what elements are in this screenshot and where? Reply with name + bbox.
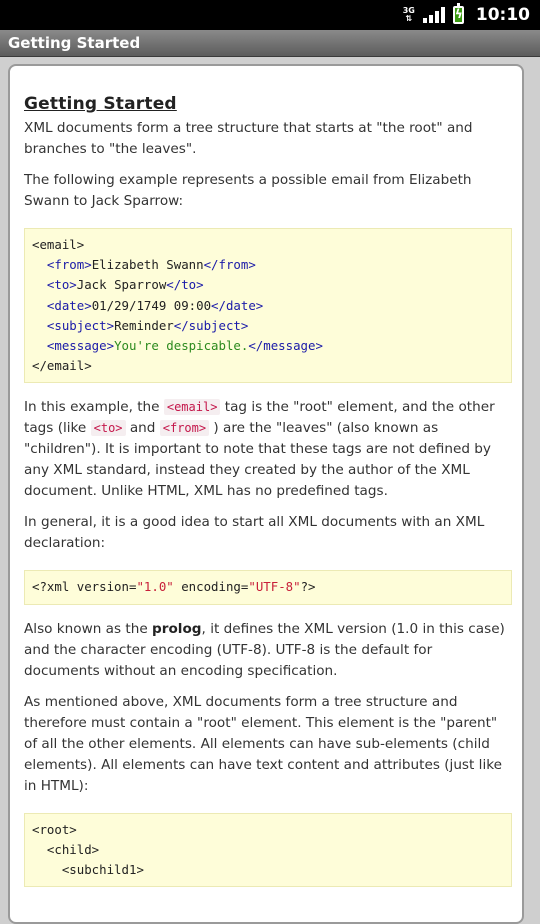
network-type-indicator: 3G ⇅	[403, 7, 415, 23]
status-bar: 3G ⇅ 10:10	[0, 0, 540, 30]
signal-strength-icon	[422, 7, 445, 23]
article-content: Getting Started XML documents form a tre…	[24, 66, 512, 901]
paragraph-declaration-intro: In general, it is a good idea to start a…	[24, 514, 485, 552]
content-card[interactable]: Getting Started XML documents form a tre…	[8, 64, 524, 924]
prolog-term: prolog	[152, 620, 202, 637]
inline-code-from: <from>	[159, 420, 210, 437]
code-block-email-example: <email> <from>Elizabeth Swann</from> <to…	[24, 228, 512, 384]
paragraph-tree-structure: As mentioned above, XML documents form a…	[24, 693, 502, 794]
app-title: Getting Started	[8, 34, 141, 52]
battery-charging-icon	[452, 3, 464, 24]
status-clock: 10:10	[475, 5, 530, 25]
data-arrows-icon: ⇅	[405, 14, 413, 23]
paragraph-prolog: Also known as the prolog, it defines the…	[24, 620, 505, 679]
paragraph-root-explanation: In this example, the <email> tag is the …	[24, 399, 495, 500]
paragraph-intro: XML documents form a tree structure that…	[24, 120, 473, 157]
paragraph-example-intro: The following example represents a possi…	[24, 172, 472, 209]
inline-code-to: <to>	[90, 420, 126, 437]
code-block-tree-example: <root> <child> <subchild1>	[24, 812, 512, 888]
app-title-bar: Getting Started	[0, 30, 540, 57]
inline-code-email: <email>	[163, 399, 221, 416]
status-icons: 3G ⇅ 10:10	[403, 0, 530, 30]
page-heading: Getting Started	[24, 94, 177, 114]
code-block-xml-declaration: <?xml version="1.0" encoding="UTF-8"?>	[24, 570, 512, 605]
